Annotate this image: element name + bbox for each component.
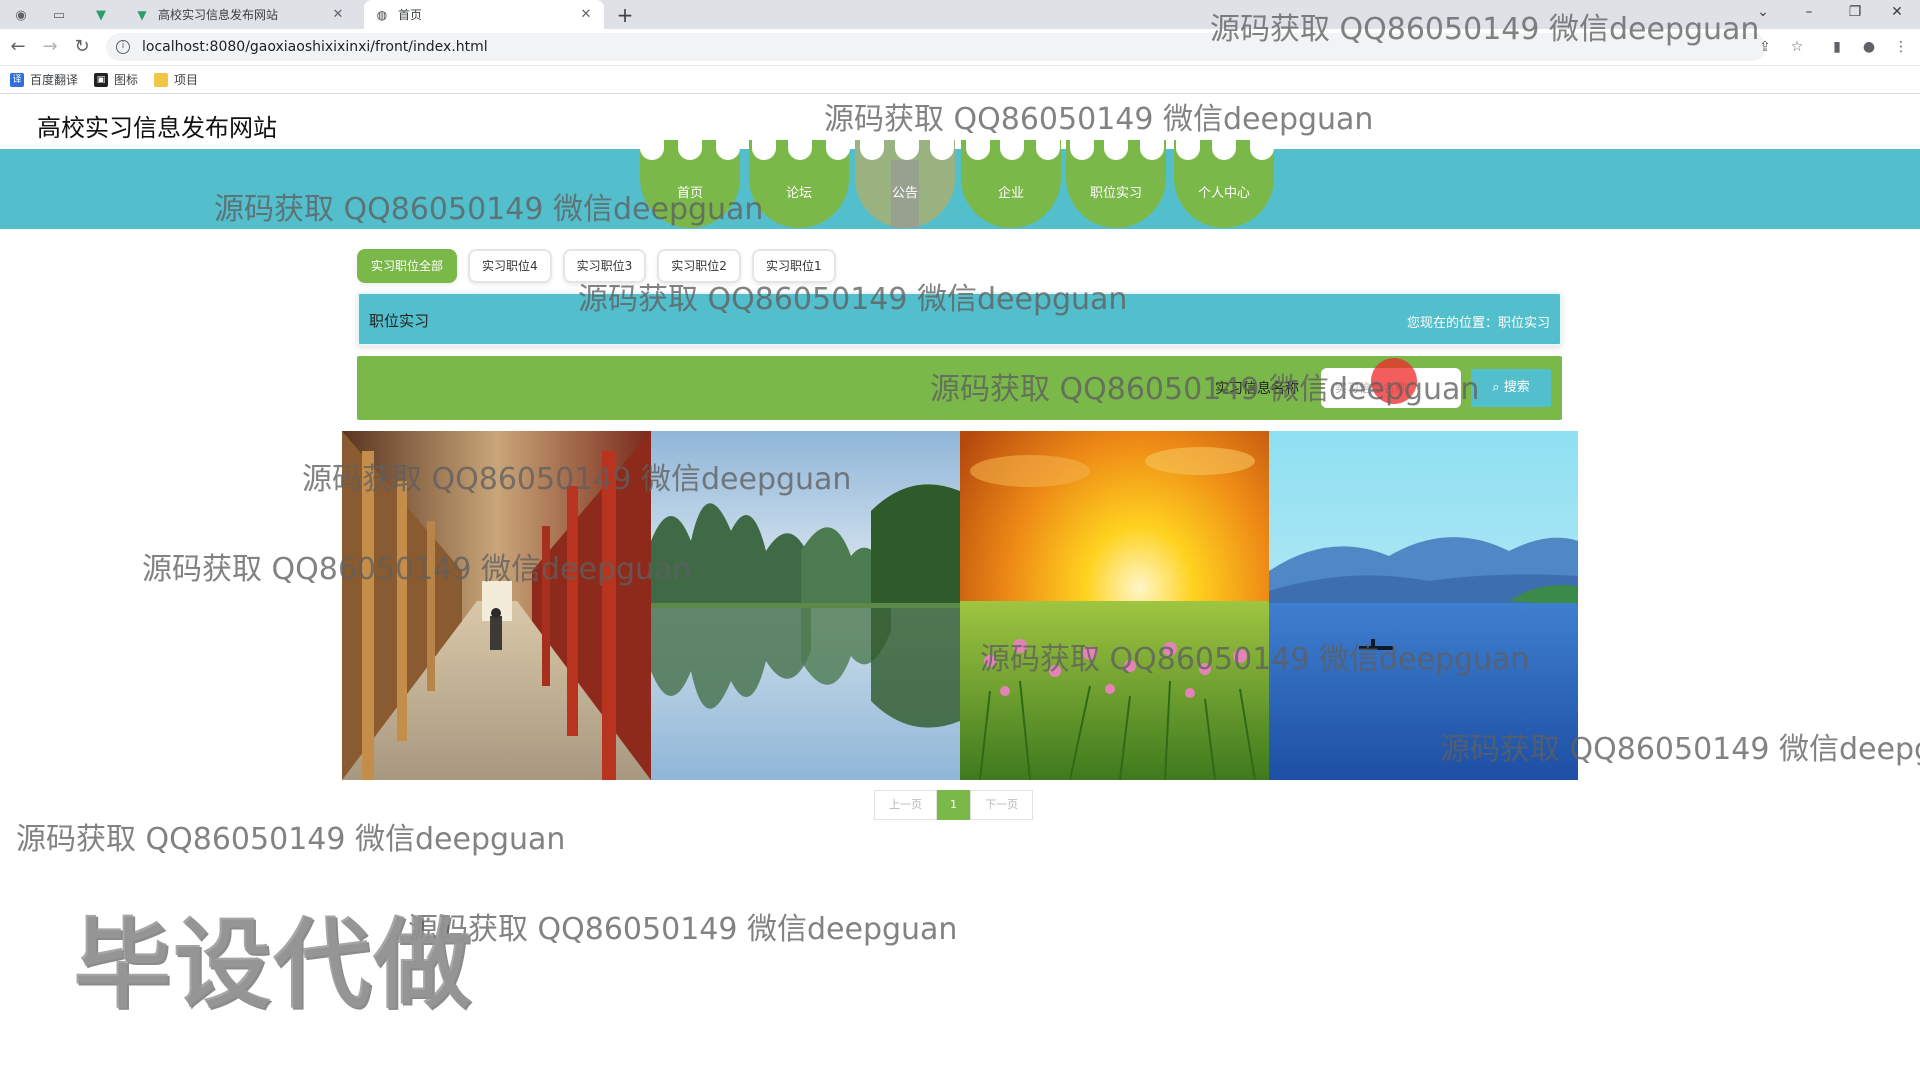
minimize-button[interactable]: – — [1786, 0, 1832, 29]
browser-tab[interactable]: ▼ 高校实习信息发布网站 ✕ — [124, 0, 356, 29]
pinned-tab-icon[interactable]: ▭ — [46, 4, 72, 26]
close-window-button[interactable]: ✕ — [1874, 0, 1920, 29]
watermark: 源码获取 QQ86050149 微信deepguan — [824, 102, 1374, 137]
globe-icon: ◍ — [376, 7, 388, 22]
image-icon: ▣ — [94, 72, 109, 87]
watermark: 源码获取 QQ86050149 微信deepguan — [142, 552, 692, 587]
folder-icon — [154, 72, 169, 87]
section-title: 职位实习 — [369, 312, 430, 330]
nav-label: 个人中心 — [1197, 185, 1250, 201]
translate-icon: 译 — [10, 72, 24, 87]
watermark: 源码获取 QQ86050149 微信deepguan — [16, 822, 566, 857]
restore-button[interactable]: ❐ — [1832, 0, 1878, 29]
internship-card[interactable] — [960, 431, 1269, 780]
back-button[interactable]: ← — [6, 35, 30, 59]
search-button[interactable]: ⌕ 搜索 — [1471, 369, 1551, 407]
side-panel-icon[interactable]: ▮ — [1828, 38, 1846, 56]
next-page-button[interactable]: 下一页 — [970, 790, 1033, 820]
filter-position-4[interactable]: 实习职位4 — [468, 249, 552, 283]
watermark: 源码获取 QQ86050149 微信deepguan — [302, 462, 852, 497]
reload-button[interactable]: ↻ — [70, 35, 94, 59]
watermark-stamp: 毕设代做 — [73, 908, 474, 1022]
location-text: 您现在的位置：职位实习 — [1406, 316, 1550, 331]
watermark: 源码获取 QQ86050149 微信deepguan — [578, 282, 1128, 317]
new-tab-button[interactable]: + — [612, 2, 638, 28]
watermark: 源码获取 QQ86050149 微信deepguan — [930, 372, 1480, 407]
bookmark-item[interactable]: 项目 — [154, 71, 198, 88]
profile-icon[interactable]: ● — [1860, 38, 1878, 56]
page-number-current[interactable]: 1 — [937, 790, 970, 820]
vue-logo-icon: ▼ — [137, 7, 147, 22]
watermark: 源码获取 QQ86050149 微信deepguan — [980, 642, 1530, 677]
nav-label: 企业 — [997, 185, 1024, 201]
bookmarks-bar: 译 百度翻译 ▣ 图标 项目 — [0, 66, 1920, 94]
browser-tab-active[interactable]: ◍ 首页 ✕ — [364, 0, 604, 29]
search-button-label: 搜索 — [1503, 380, 1530, 395]
url-text: localhost:8080/gaoxiaoshixixinxi/front/i… — [142, 39, 488, 55]
close-icon[interactable]: ✕ — [578, 7, 594, 23]
bookmark-label: 百度翻译 — [30, 73, 79, 87]
info-icon[interactable]: i — [116, 40, 130, 54]
sunset-field-image — [960, 431, 1269, 780]
search-icon: ⌕ — [1492, 380, 1500, 395]
nav-label: 论坛 — [785, 185, 812, 201]
nav-label: 公告 — [891, 185, 918, 201]
close-icon[interactable]: ✕ — [330, 7, 346, 23]
site-title: 高校实习信息发布网站 — [37, 114, 277, 142]
menu-icon[interactable]: ⋮ — [1892, 38, 1910, 56]
filter-all[interactable]: 实习职位全部 — [357, 249, 458, 283]
tab-title: 高校实习信息发布网站 — [158, 8, 279, 22]
bookmark-label: 图标 — [114, 73, 139, 87]
bookmark-star-icon[interactable]: ☆ — [1788, 38, 1806, 56]
tab-title: 首页 — [398, 8, 423, 22]
watermark: 源码获取 QQ86050149 微信deepguan — [408, 912, 958, 947]
prev-page-button[interactable]: 上一页 — [874, 790, 937, 820]
nav-label: 职位实习 — [1089, 185, 1142, 201]
watermark: 源码获取 QQ86050149 微信deepguan — [214, 192, 764, 227]
watermark: 源码获取 QQ86050149 微信deepguan — [1210, 12, 1760, 47]
bookmark-item[interactable]: ▣ 图标 — [94, 71, 138, 88]
bookmark-label: 项目 — [174, 73, 199, 87]
vue-logo-icon[interactable]: ▼ — [88, 4, 114, 26]
pagination: 上一页 1 下一页 — [874, 790, 1033, 820]
pinned-tab-icon[interactable]: ◉ — [8, 4, 34, 26]
forward-button[interactable]: → — [38, 35, 62, 59]
watermark: 源码获取 QQ86050149 微信deepguan — [1440, 732, 1920, 767]
bookmark-item[interactable]: 译 百度翻译 — [10, 71, 78, 88]
